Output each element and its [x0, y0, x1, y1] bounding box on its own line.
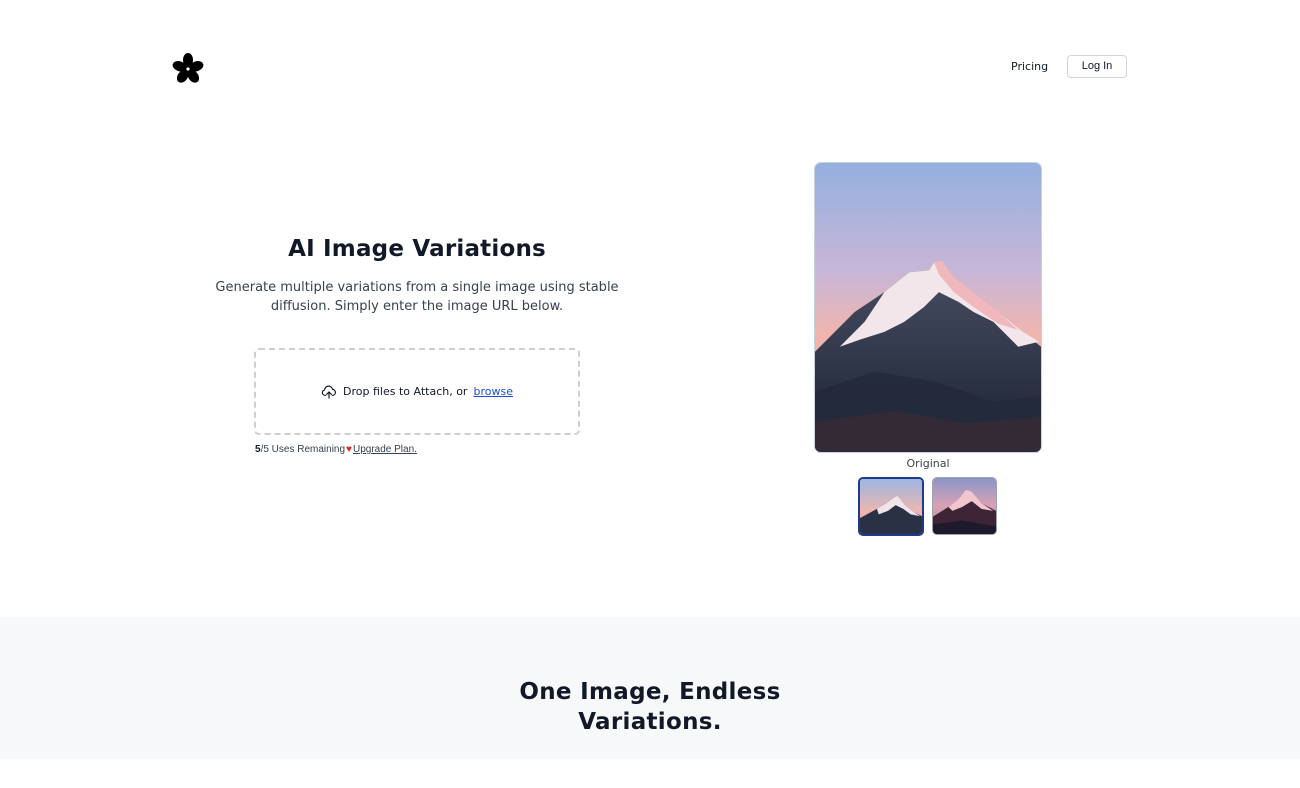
- login-button[interactable]: Log In: [1067, 55, 1127, 78]
- features-section: One Image, Endless Variations.: [0, 617, 1300, 759]
- uses-remaining-text: /5 Uses Remaining: [260, 444, 346, 455]
- browse-link[interactable]: browse: [473, 385, 513, 398]
- features-title-line-1: One Image, Endless: [519, 679, 781, 705]
- image-caption: Original: [906, 457, 950, 470]
- nav-pricing-link[interactable]: Pricing: [1003, 57, 1056, 77]
- hero-subtitle: Generate multiple variations from a sing…: [200, 278, 634, 316]
- dropzone-text: Drop files to Attach, or: [343, 385, 468, 398]
- features-title-line-2: Variations.: [578, 709, 722, 735]
- hero-subtitle-line-2: diffusion. Simply enter the image URL be…: [270, 299, 564, 314]
- hero-title: AI Image Variations: [288, 236, 546, 262]
- file-dropzone[interactable]: Drop files to Attach, or browse: [254, 348, 580, 435]
- cloud-upload-icon: [321, 385, 336, 399]
- heart-icon: ♥: [346, 444, 352, 455]
- flower-logo-icon[interactable]: [172, 52, 204, 84]
- features-title: One Image, Endless Variations.: [450, 677, 850, 737]
- variation-thumbnail[interactable]: [932, 477, 997, 535]
- hero-subtitle-line-1: Generate multiple variations from a sing…: [215, 280, 619, 295]
- original-thumbnail[interactable]: [858, 477, 924, 536]
- upgrade-plan-link[interactable]: Upgrade Plan.: [353, 444, 417, 455]
- original-image-preview: [814, 162, 1042, 453]
- site-header: Pricing Log In: [0, 0, 1300, 130]
- usage-status: 5 /5 Uses Remaining ♥ Upgrade Plan.: [255, 444, 417, 455]
- dropzone-content: Drop files to Attach, or browse: [321, 384, 513, 400]
